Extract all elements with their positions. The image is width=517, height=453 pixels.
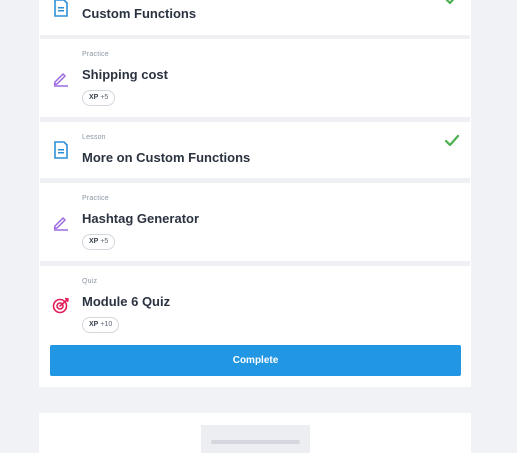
xp-value: +5 xyxy=(100,238,109,245)
xp-label: XP xyxy=(89,94,99,101)
item-title: Custom Functions xyxy=(82,6,197,21)
lesson-item-custom-functions[interactable]: Custom Functions xyxy=(40,0,470,40)
practice-item-shipping-cost[interactable]: Practice Shipping cost XP +5 xyxy=(40,39,470,122)
item-title: Hashtag Generator xyxy=(82,211,200,226)
item-title: Shipping cost xyxy=(82,67,168,82)
check-icon xyxy=(445,0,455,5)
xp-label: XP xyxy=(89,238,99,245)
pencil-icon xyxy=(53,217,68,231)
item-type: Practice xyxy=(82,195,109,202)
lesson-item-more-on-custom-functions[interactable]: Lesson More on Custom Functions xyxy=(40,122,470,183)
xp-value: +5 xyxy=(100,94,109,101)
loading-placeholder xyxy=(201,425,310,453)
target-icon xyxy=(52,297,69,314)
placeholder-line xyxy=(211,440,300,444)
xp-label: XP xyxy=(89,321,99,328)
document-icon xyxy=(54,0,68,17)
quiz-item-module-6[interactable]: Quiz Module 6 Quiz XP +10 xyxy=(40,266,470,342)
item-title: More on Custom Functions xyxy=(82,150,251,165)
practice-item-hashtag-generator[interactable]: Practice Hashtag Generator XP +5 xyxy=(40,183,470,266)
xp-badge: XP +5 xyxy=(82,90,116,106)
item-title: Module 6 Quiz xyxy=(82,294,171,309)
item-type: Lesson xyxy=(82,134,106,141)
pencil-icon xyxy=(53,73,68,87)
item-type: Practice xyxy=(82,51,109,58)
complete-button[interactable]: Complete xyxy=(50,345,461,376)
xp-value: +10 xyxy=(100,321,113,328)
item-type: Quiz xyxy=(82,278,98,285)
check-icon xyxy=(444,134,460,147)
xp-badge: XP +5 xyxy=(82,234,116,250)
xp-badge: XP +10 xyxy=(82,317,120,333)
document-icon xyxy=(54,141,68,159)
